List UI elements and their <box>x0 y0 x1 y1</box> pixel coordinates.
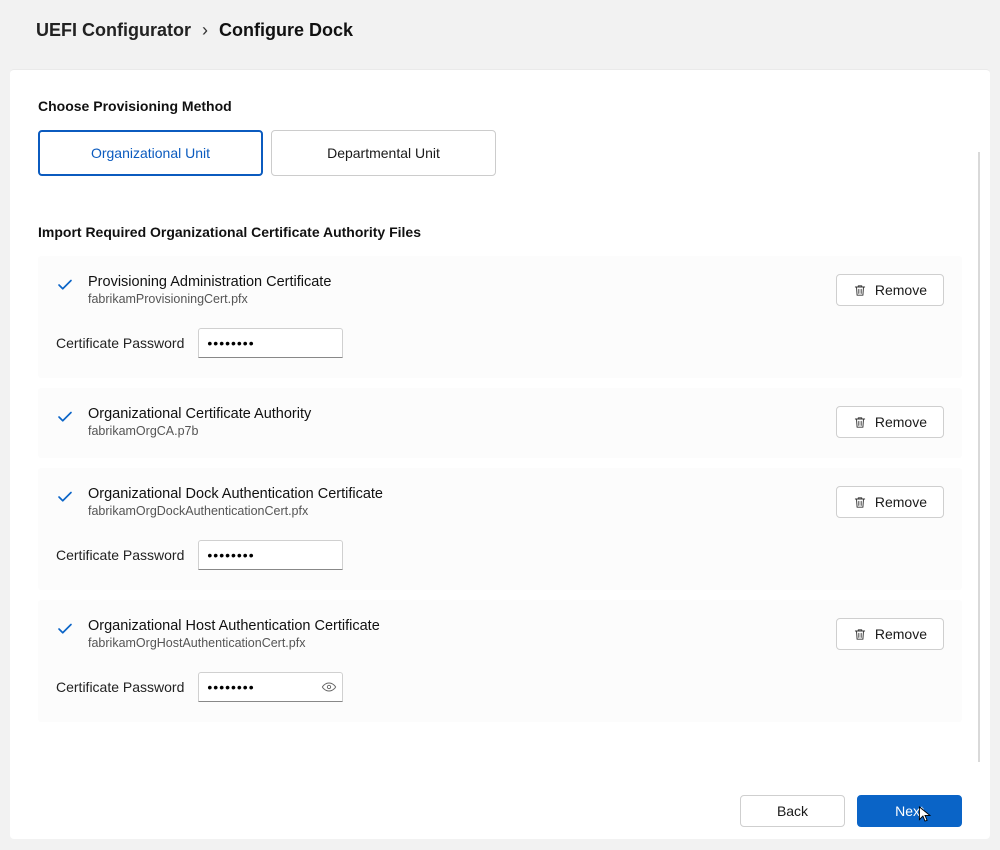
provisioning-dept-unit-button[interactable]: Departmental Unit <box>271 130 496 176</box>
cert-password-label: Certificate Password <box>56 335 184 351</box>
next-button[interactable]: Next <box>857 795 962 827</box>
footer-actions: Back Next <box>740 795 962 827</box>
breadcrumb: UEFI Configurator › Configure Dock <box>0 0 1000 59</box>
cert-title: Organizational Certificate Authority <box>88 406 822 422</box>
check-icon <box>56 276 74 294</box>
remove-label: Remove <box>875 626 927 642</box>
provisioning-org-unit-button[interactable]: Organizational Unit <box>38 130 263 176</box>
main-card: Choose Provisioning Method Organizationa… <box>10 69 990 839</box>
remove-label: Remove <box>875 494 927 510</box>
cert-title: Organizational Host Authentication Certi… <box>88 618 822 634</box>
cert-password-input[interactable] <box>198 540 343 570</box>
cert-password-label: Certificate Password <box>56 547 184 563</box>
trash-icon <box>853 283 867 298</box>
remove-button[interactable]: Remove <box>836 274 944 306</box>
remove-label: Remove <box>875 414 927 430</box>
check-icon <box>56 488 74 506</box>
remove-button[interactable]: Remove <box>836 618 944 650</box>
cert-filename: fabrikamOrgHostAuthenticationCert.pfx <box>88 636 822 650</box>
remove-button[interactable]: Remove <box>836 406 944 438</box>
chevron-right-icon: › <box>202 20 208 40</box>
breadcrumb-current: Configure Dock <box>219 20 353 40</box>
breadcrumb-root[interactable]: UEFI Configurator <box>36 20 191 40</box>
cert-password-input[interactable] <box>198 328 343 358</box>
cert-title: Provisioning Administration Certificate <box>88 274 822 290</box>
check-icon <box>56 408 74 426</box>
back-button[interactable]: Back <box>740 795 845 827</box>
cert-block: Organizational Certificate Authority fab… <box>38 388 962 458</box>
trash-icon <box>853 495 867 510</box>
trash-icon <box>853 415 867 430</box>
provisioning-method-title: Choose Provisioning Method <box>38 98 962 114</box>
cert-filename: fabrikamOrgDockAuthenticationCert.pfx <box>88 504 822 518</box>
cert-block: Organizational Host Authentication Certi… <box>38 600 962 722</box>
cert-filename: fabrikamProvisioningCert.pfx <box>88 292 822 306</box>
cert-filename: fabrikamOrgCA.p7b <box>88 424 822 438</box>
show-password-icon[interactable] <box>321 679 337 695</box>
trash-icon <box>853 627 867 642</box>
cert-block: Provisioning Administration Certificate … <box>38 256 962 378</box>
cert-password-label: Certificate Password <box>56 679 184 695</box>
remove-button[interactable]: Remove <box>836 486 944 518</box>
remove-label: Remove <box>875 282 927 298</box>
check-icon <box>56 620 74 638</box>
cert-block: Organizational Dock Authentication Certi… <box>38 468 962 590</box>
import-cert-title: Import Required Organizational Certifica… <box>38 224 962 240</box>
cert-title: Organizational Dock Authentication Certi… <box>88 486 822 502</box>
provisioning-toggle: Organizational Unit Departmental Unit <box>38 130 962 176</box>
